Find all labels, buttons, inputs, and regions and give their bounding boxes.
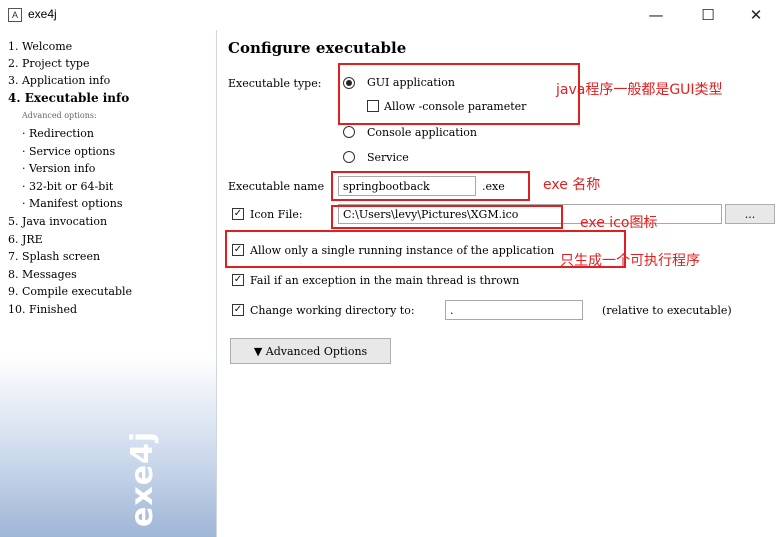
app-icon: A [8,8,22,22]
exe4j-logo: exe4j [125,430,160,527]
annotation-gui-note: java程序一般都是GUI类型 [556,82,723,98]
step-redirection[interactable]: · Redirection [22,127,94,140]
service-label: Service [367,151,409,164]
advanced-options-button[interactable]: ▼ Advanced Options [230,338,391,364]
step-finished[interactable]: 10. Finished [8,303,77,316]
annotation-name-note: exe 名称 [543,177,601,193]
annotation-box-gui [338,63,580,125]
wizard-steps-sidebar: 1. Welcome 2. Project type 3. Applicatio… [0,30,217,537]
change-dir-label: Change working directory to: [250,304,415,317]
fail-exception-checkbox[interactable]: ✓ [232,274,244,286]
step-messages[interactable]: 8. Messages [8,268,77,281]
relative-note: (relative to executable) [602,304,732,317]
page-title: Configure executable [228,39,407,57]
step-project-type[interactable]: 2. Project type [8,57,89,70]
sidebar-banner: exe4j [0,357,216,537]
window-title: exe4j [28,7,57,21]
step-application-info[interactable]: 3. Application info [8,74,110,87]
title-bar: A exe4j — ☐ ✕ [0,0,779,30]
annotation-icon-note: exe ico图标 [580,215,658,231]
minimize-button[interactable]: — [633,0,679,30]
advanced-options-label: Advanced options: [22,111,97,120]
step-jre[interactable]: 6. JRE [8,233,43,246]
change-dir-checkbox[interactable]: ✓ [232,304,244,316]
step-manifest-options[interactable]: · Manifest options [22,197,123,210]
working-directory-input[interactable]: . [445,300,583,320]
step-splash-screen[interactable]: 7. Splash screen [8,250,100,263]
icon-file-checkbox[interactable]: ✓ [232,208,244,220]
step-service-options[interactable]: · Service options [22,145,115,158]
maximize-button[interactable]: ☐ [685,0,731,30]
step-32-64-bit[interactable]: · 32-bit or 64-bit [22,180,113,193]
annotation-box-icon [331,205,563,229]
fail-exception-label: Fail if an exception in the main thread … [250,274,520,287]
executable-type-label: Executable type: [228,77,322,90]
step-compile-executable[interactable]: 9. Compile executable [8,285,132,298]
step-executable-info[interactable]: 4. Executable info [8,91,129,105]
browse-icon-button[interactable]: ... [725,204,775,224]
executable-name-label: Executable name [228,180,325,193]
console-application-radio[interactable] [343,126,355,138]
close-button[interactable]: ✕ [733,0,779,30]
icon-file-label: Icon File: [250,208,303,221]
service-radio[interactable] [343,151,355,163]
step-java-invocation[interactable]: 5. Java invocation [8,215,107,228]
console-application-label: Console application [367,126,477,139]
step-version-info[interactable]: · Version info [22,162,95,175]
annotation-box-name [331,171,530,201]
annotation-single-note: 只生成一个可执行程序 [560,253,700,269]
step-welcome[interactable]: 1. Welcome [8,40,72,53]
